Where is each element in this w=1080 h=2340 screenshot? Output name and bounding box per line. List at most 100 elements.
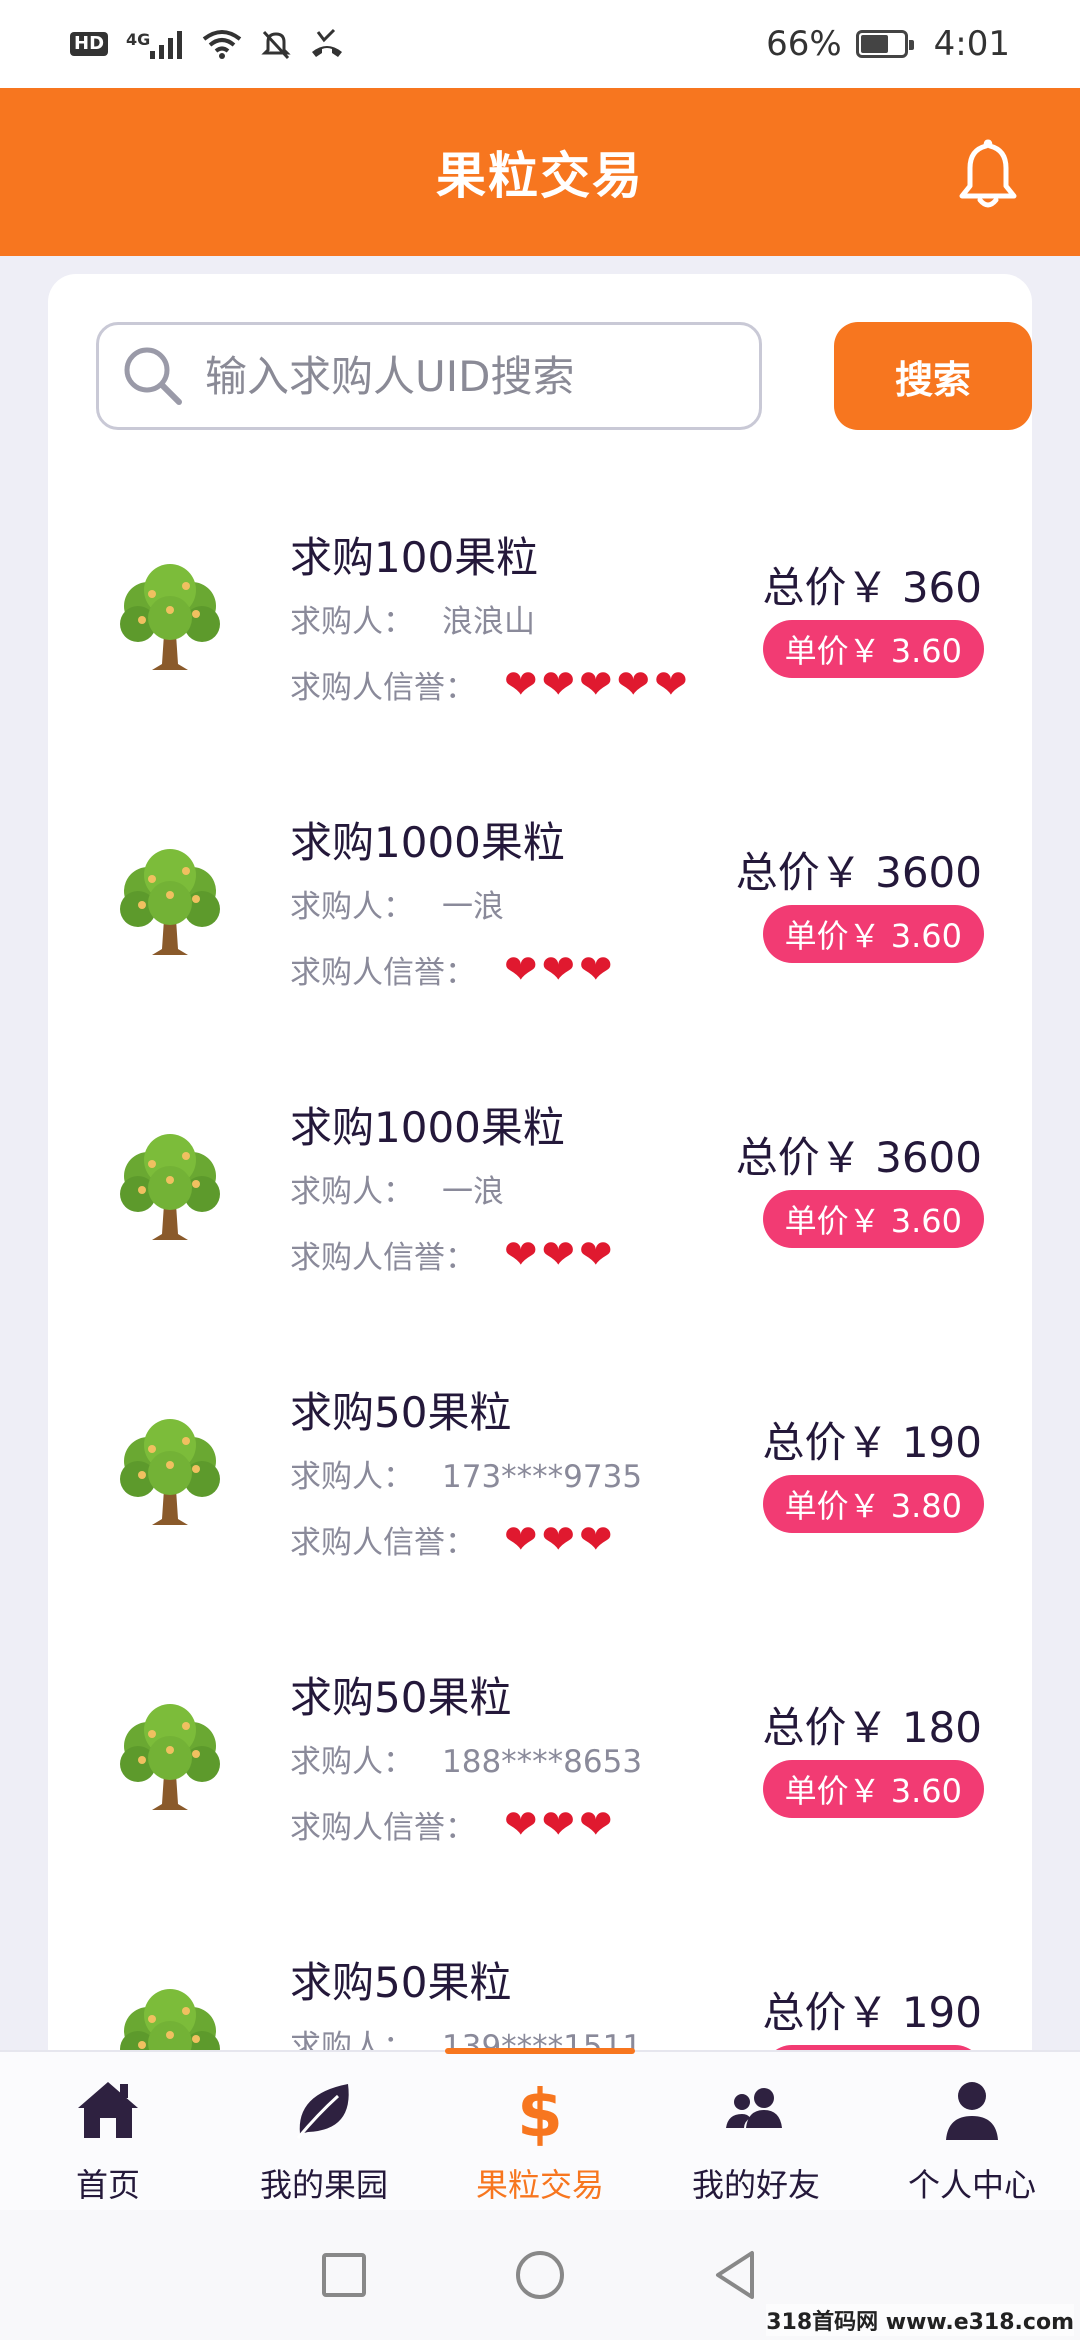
unit-price-badge: 单价￥ 3.60 [762, 1760, 984, 1818]
nav-friends[interactable]: 我的好友 [648, 2052, 864, 2210]
buyer-row: 求购人： 173****9735 [290, 1451, 642, 1496]
unit-price-badge: 单价￥ 3.80 [762, 1475, 984, 1533]
home-button[interactable] [512, 2247, 568, 2303]
buyer-label: 求购人： [290, 1174, 414, 1210]
total-price: 总价￥ 180 [762, 1703, 982, 1752]
unit-price-badge: 单价￥ 3.60 [762, 905, 984, 963]
search-row: 搜索 [96, 322, 1032, 432]
nav-label: 个人中心 [907, 2166, 1036, 2204]
buyer-label: 求购人： [290, 889, 414, 925]
buyer-name: 一浪 [442, 889, 504, 925]
item-title: 求购50果粒 [290, 1673, 512, 1722]
credit-label: 求购人信誉： [290, 955, 476, 991]
nav-profile[interactable]: 个人中心 [864, 2052, 1080, 2210]
bell-icon[interactable] [956, 138, 1020, 210]
buyer-name: 173****9735 [442, 1459, 643, 1495]
tree-icon [108, 839, 232, 963]
buyer-row: 求购人： 一浪 [290, 1166, 504, 1211]
buyer-row: 求购人： 浪浪山 [290, 596, 535, 641]
list-item[interactable]: 求购1000果粒 求购人： 一浪 求购人信誉： ❤ ❤ ❤ 总价￥ 3600 单价￥ … [48, 759, 1032, 1044]
nav-label: 首页 [75, 2166, 140, 2204]
search-button[interactable]: 搜索 [834, 322, 1032, 430]
list-item[interactable]: 求购1000果粒 求购人： 一浪 求购人信誉： ❤ ❤ ❤ 总价￥ 3600 单价￥ … [48, 1044, 1032, 1329]
trade-card: 搜索 求购100果粒 求购人：浪浪山 求购人信誉： ❤❤❤❤❤ 总价￥ 360 … [48, 274, 1032, 2074]
battery-percent: 66% [766, 24, 842, 64]
search-input[interactable] [205, 351, 725, 401]
credit-row: 求购人信誉： ❤ ❤ ❤ [290, 947, 613, 992]
status-bar: HD 4G 66% 4:01 [0, 0, 1080, 88]
tree-icon [108, 1694, 232, 1818]
credit-label: 求购人信誉： [290, 1240, 476, 1276]
nav-label: 我的果园 [259, 2166, 388, 2204]
list-item[interactable]: 求购50果粒 求购人： 173****9735 求购人信誉： ❤ ❤ ❤ 总价￥ 19… [48, 1329, 1032, 1614]
heart-icon: ❤ [504, 661, 538, 708]
tree-icon [108, 554, 232, 678]
page-title: 果粒交易 [436, 147, 644, 205]
heart-icon: ❤ [579, 1231, 613, 1278]
credit-row: 求购人信誉： ❤ ❤ ❤ ❤ ❤ [290, 662, 688, 707]
unit-price-badge: 单价￥ 3.60 [762, 1190, 984, 1248]
credit-label: 求购人信誉： [290, 1525, 476, 1561]
total-price: 总价￥ 190 [762, 1988, 982, 2037]
heart-icon: ❤ [579, 946, 613, 993]
heart-icon: ❤ [504, 946, 538, 993]
credit-hearts: ❤ ❤ ❤ [504, 950, 613, 990]
search-box[interactable] [96, 322, 762, 430]
buyer-row: 求购人： 一浪 [290, 881, 504, 926]
recent-apps-button[interactable] [316, 2247, 372, 2303]
buyer-label: 求购人： [290, 604, 414, 640]
item-title: 求购1000果粒 [290, 1103, 565, 1152]
missed-call-icon [312, 28, 343, 57]
list-item[interactable]: 求购100果粒 求购人： 浪浪山 求购人信誉： ❤ ❤ ❤ ❤ ❤ 总价￥ 360 单价￥… [48, 474, 1032, 759]
nav-label: 我的好友 [691, 2166, 820, 2204]
item-title: 求购50果粒 [290, 1388, 512, 1437]
heart-icon: ❤ [541, 1231, 576, 1278]
credit-row: 求购人信誉： ❤ ❤ ❤ [290, 1517, 613, 1562]
heart-icon: ❤ [541, 661, 576, 708]
credit-row: 求购人信誉： ❤ ❤ ❤ [290, 1802, 613, 1847]
bottom-nav: 首页 我的果园 $ 果粒交易 我的好友 个人中心 [0, 2048, 1080, 2210]
buyer-label: 求购人： [290, 1459, 414, 1495]
active-indicator [445, 2048, 635, 2054]
heart-icon: ❤ [504, 1801, 538, 1848]
heart-icon: ❤ [504, 1231, 538, 1278]
heart-icon: ❤ [616, 661, 651, 708]
total-price: 总价￥ 3600 [735, 848, 982, 897]
person-icon [946, 2082, 998, 2140]
dollar-icon: $ [517, 2075, 563, 2146]
heart-icon: ❤ [541, 946, 576, 993]
nav-home[interactable]: 首页 [0, 2052, 216, 2210]
nav-label: 果粒交易 [475, 2166, 604, 2204]
buyer-row: 求购人： 188****8653 [290, 1736, 642, 1781]
buyer-label: 求购人： [290, 1744, 414, 1780]
heart-icon: ❤ [654, 661, 688, 708]
battery-fill [860, 35, 889, 53]
clock: 4:01 [933, 24, 1010, 64]
buyer-name: 一浪 [442, 1174, 504, 1210]
credit-hearts: ❤ ❤ ❤ [504, 1235, 613, 1275]
home-icon [78, 2082, 138, 2138]
credit-hearts: ❤ ❤ ❤ ❤ ❤ [504, 665, 688, 705]
status-right: 66% 4:01 [766, 24, 1010, 64]
heart-icon: ❤ [579, 1516, 613, 1563]
battery-icon [855, 30, 914, 58]
search-icon [124, 347, 182, 405]
signal-icon: 4G [126, 29, 184, 59]
network-type: 4G [126, 30, 151, 49]
hd-badge: HD [70, 32, 109, 56]
heart-icon: ❤ [579, 1801, 613, 1848]
list-item[interactable]: 求购50果粒 求购人： 188****8653 求购人信誉： ❤ ❤ ❤ 总价￥ 18… [48, 1614, 1032, 1899]
nav-trade[interactable]: $ 果粒交易 [432, 2048, 648, 2210]
back-button[interactable] [708, 2247, 764, 2303]
item-title: 求购1000果粒 [290, 818, 565, 867]
unit-price-badge: 单价￥ 3.60 [762, 620, 984, 678]
credit-label: 求购人信誉： [290, 1810, 476, 1846]
heart-icon: ❤ [541, 1801, 576, 1848]
total-price: 总价￥ 190 [762, 1418, 982, 1467]
credit-hearts: ❤ ❤ ❤ [504, 1520, 613, 1560]
heart-icon: ❤ [541, 1516, 576, 1563]
leaf-icon [296, 2084, 349, 2139]
credit-hearts: ❤ ❤ ❤ [504, 1805, 613, 1845]
svg-text:$: $ [517, 2075, 563, 2146]
nav-orchard[interactable]: 我的果园 [216, 2052, 432, 2210]
